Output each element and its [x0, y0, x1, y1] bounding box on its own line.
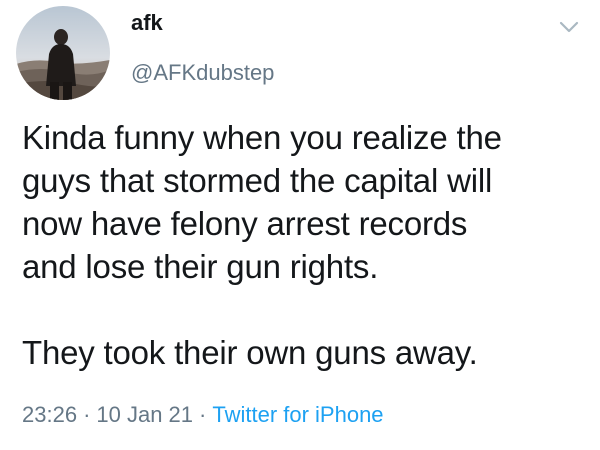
- tweet-time[interactable]: 23:26: [22, 402, 77, 427]
- avatar[interactable]: [16, 6, 110, 100]
- separator: ·: [83, 402, 91, 427]
- avatar-photo: [16, 6, 110, 100]
- tweet-meta: 23:26 · 10 Jan 21 · Twitter for iPhone: [22, 402, 384, 428]
- display-name[interactable]: afk: [131, 10, 163, 36]
- tweet-text: Kinda funny when you realize the guys th…: [22, 116, 587, 374]
- tweet-text-line: Kinda funny when you realize the: [22, 119, 502, 156]
- tweet-source-link[interactable]: Twitter for iPhone: [212, 402, 383, 427]
- tweet-text-line: now have felony arrest records: [22, 205, 468, 242]
- tweet-text-line: They took their own guns away.: [22, 334, 478, 371]
- chevron-down-icon[interactable]: [558, 20, 580, 36]
- separator: ·: [199, 402, 207, 427]
- tweet-text-line: and lose their gun rights.: [22, 248, 379, 285]
- tweet-date[interactable]: 10 Jan 21: [96, 402, 193, 427]
- tweet-card: afk @AFKdubstep Kinda funny when you rea…: [0, 0, 600, 450]
- user-handle[interactable]: @AFKdubstep: [131, 60, 274, 86]
- tweet-text-line: guys that stormed the capital will: [22, 162, 493, 199]
